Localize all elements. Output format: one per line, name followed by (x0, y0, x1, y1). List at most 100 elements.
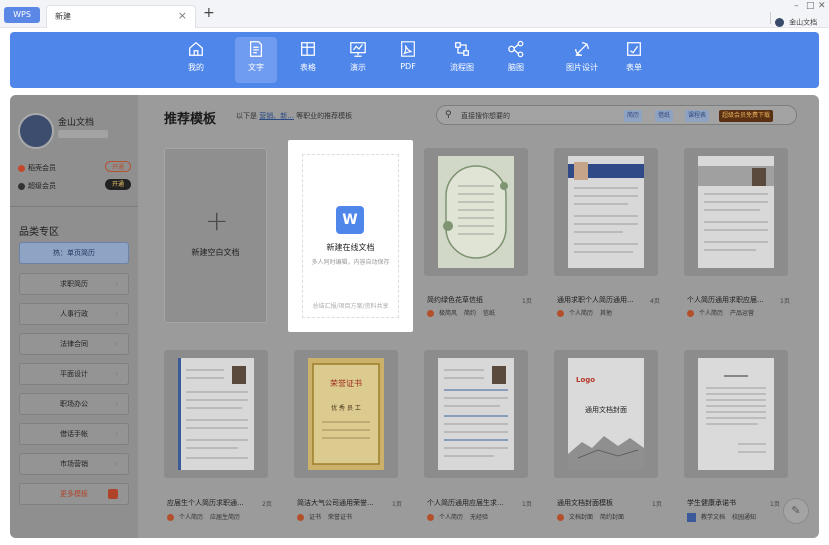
category-label: 职场办公 (60, 400, 88, 408)
template-card[interactable]: 荣誉证书 优 秀 员 工 (294, 350, 398, 478)
template-tag[interactable]: 无经验 (468, 512, 491, 521)
close-window-icon[interactable]: ✕ (818, 1, 826, 11)
toolbar-item-sheet[interactable]: 表格 (285, 32, 331, 88)
docer-open-button[interactable]: 开通 (105, 161, 131, 172)
toolbar-label: 我的 (188, 63, 204, 72)
toolbar-item-pdf[interactable]: PDF (385, 32, 431, 88)
new-tab-icon[interactable]: + (203, 5, 215, 21)
template-title[interactable]: 简洁大气公司通用荣誉... (297, 498, 374, 508)
chat-icon[interactable]: ✎ (783, 498, 809, 524)
template-thumbnail (178, 358, 254, 470)
category-resume-single[interactable]: 热：单页简历 (19, 242, 129, 264)
template-pages: 1页 (780, 298, 790, 305)
template-tag[interactable]: 荣誉证书 (326, 512, 355, 521)
chevron-right-icon: › (115, 340, 118, 348)
toolbar-item-flowchart[interactable]: 流程图 (435, 32, 489, 88)
chevron-right-icon: › (115, 280, 118, 288)
toolbar-item-form[interactable]: 表单 (611, 32, 657, 88)
template-pages: 1页 (652, 501, 662, 508)
toolbar-item-slides[interactable]: 演示 (335, 32, 381, 88)
sidebar: 金山文档 稻壳会员 开通 超级会员 开通 品类专区 热：单页简历 求职简历 › 人… (10, 95, 138, 538)
template-card[interactable]: Logo 通用文档封面 (554, 350, 658, 478)
restore-icon[interactable]: □ (806, 1, 815, 11)
template-tag[interactable]: 极简风 (437, 308, 460, 317)
template-title[interactable]: 简约绿色花草信纸 (427, 295, 483, 305)
template-tag[interactable]: 其他 (598, 308, 615, 317)
category-legal[interactable]: 法律合同 › (19, 333, 129, 355)
search-tag-timetable[interactable]: 课程表 (685, 110, 710, 122)
new-online-document-card[interactable]: W 新建在线文档 多人同时编辑，内容自动保存 总结汇报/项目方案/资料共享 (288, 140, 413, 332)
template-pages: 2页 (262, 501, 272, 508)
recommend-subtitle: 以下是 营销、新... 等职业的推荐模板 (236, 111, 352, 121)
search-icon: ⚲ (445, 110, 452, 120)
template-tag[interactable]: 个人简历 (567, 308, 596, 317)
search-tag-resume[interactable]: 简历 (624, 110, 643, 122)
search-input[interactable]: 直接搜你想要的 (461, 111, 510, 121)
super-open-button[interactable]: 开通 (105, 179, 131, 190)
template-tag[interactable]: 个人简历 (177, 512, 206, 521)
template-thumbnail (438, 156, 514, 268)
category-more[interactable]: 更多模板 (19, 483, 129, 505)
toolbar-label: 表格 (300, 63, 316, 72)
subtitle-profession-link[interactable]: 营销、新... (259, 112, 294, 120)
template-title[interactable]: 个人简历通用应届生求... (427, 498, 504, 508)
template-title[interactable]: 学生健康承诺书 (687, 498, 736, 508)
docer-badge-icon (427, 310, 434, 317)
template-card[interactable] (164, 350, 268, 478)
template-tag[interactable]: 证书 (307, 512, 324, 521)
toolbar-item-writer[interactable]: 文字 (235, 37, 277, 83)
template-tag[interactable]: 教学文档 (699, 512, 728, 521)
minimize-icon[interactable]: – (794, 1, 799, 11)
search-tag-paper[interactable]: 借纸 (655, 110, 674, 122)
docer-member-icon (18, 164, 25, 172)
tab-new[interactable]: 新建 × (46, 5, 196, 28)
template-tag[interactable]: 信纸 (481, 308, 498, 317)
category-hr[interactable]: 人事行政 › (19, 303, 129, 325)
template-tag[interactable]: 个人简历 (437, 512, 466, 521)
template-title[interactable]: 应届生个人简历求职通... (167, 498, 244, 508)
template-pages: 1页 (392, 501, 402, 508)
blank-card-label: 新建空白文档 (191, 248, 240, 257)
template-card[interactable] (424, 148, 528, 276)
template-card[interactable] (424, 350, 528, 478)
category-marketing[interactable]: 市场营销 › (19, 453, 129, 475)
template-card[interactable] (684, 350, 788, 478)
category-job-resume[interactable]: 求职简历 › (19, 273, 129, 295)
template-search[interactable]: ⚲ 直接搜你想要的 简历 借纸 课程表 超级会员免费下载 (436, 105, 797, 125)
toolbar-item-mindmap[interactable]: 脑图 (493, 32, 539, 88)
template-card[interactable] (554, 148, 658, 276)
category-office[interactable]: 职场办公 › (19, 393, 129, 415)
new-blank-document-card[interactable]: + 新建空白文档 (164, 148, 267, 323)
divider (10, 206, 138, 207)
certificate-title: 荣誉证书 (330, 378, 362, 388)
template-tag[interactable]: 简约 (462, 308, 479, 317)
template-tag[interactable]: 校园通知 (730, 512, 759, 521)
mindmap-icon (508, 40, 524, 58)
template-tag[interactable]: 产品运营 (728, 308, 757, 317)
avatar[interactable] (18, 113, 54, 149)
template-title[interactable]: 通用文档封面模板 (557, 498, 613, 508)
template-tag[interactable]: 文档封面 (567, 512, 596, 521)
chevron-right-icon: › (115, 400, 118, 408)
toolbar-item-image-design[interactable]: 图片设计 (550, 32, 614, 88)
account-avatar (775, 18, 784, 27)
category-graphic-design[interactable]: 平面设计 › (19, 363, 129, 385)
template-tag[interactable]: 个人简历 (697, 308, 726, 317)
category-label: 平面设计 (60, 370, 88, 378)
template-pages: 1页 (770, 501, 780, 508)
tab-close-icon[interactable]: × (178, 9, 187, 22)
template-thumbnail: 荣誉证书 优 秀 员 工 (308, 358, 384, 470)
category-handbook[interactable]: 借话手帐 › (19, 423, 129, 445)
wps-home-tab[interactable]: WPS (4, 7, 40, 23)
toolbar-item-mine[interactable]: 我的 (173, 32, 219, 88)
template-tag[interactable]: 应届生简历 (208, 512, 243, 521)
template-title[interactable]: 个人简历通用求职应届... (687, 295, 764, 305)
table-icon (301, 42, 315, 56)
template-tag[interactable]: 简约封面 (598, 512, 627, 521)
template-card[interactable] (684, 148, 788, 276)
template-title[interactable]: 通用求职个人简历通用... (557, 295, 634, 305)
template-thumbnail: Logo 通用文档封面 (568, 358, 644, 470)
super-member-free-download[interactable]: 超级会员免费下载 (719, 110, 774, 122)
account[interactable]: 金山文档 (770, 12, 817, 27)
docer-badge-icon (297, 514, 304, 521)
